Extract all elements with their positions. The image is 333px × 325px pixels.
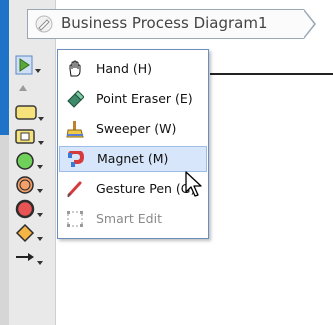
mouse-pointer-icon — [184, 170, 206, 200]
lane-icon[interactable] — [15, 103, 47, 123]
menu-item-sweeper[interactable]: Sweeper (W) — [59, 116, 207, 142]
menu-item-hand[interactable]: Hand (H) — [59, 56, 207, 82]
magnet-icon — [67, 150, 85, 169]
menu-item-label: Sweeper (W) — [96, 121, 177, 136]
intermediate-event-icon[interactable] — [15, 175, 47, 195]
menu-item-smart-edit[interactable]: Smart Edit — [59, 206, 207, 232]
breadcrumb-arrow — [303, 9, 316, 39]
breadcrumb-label: Business Process Diagram1 — [61, 14, 268, 32]
point-eraser-icon — [66, 90, 85, 108]
menu-item-point-eraser[interactable]: Point Eraser (E) — [59, 86, 207, 112]
active-accent-bar — [0, 0, 9, 135]
menu-item-magnet[interactable]: Magnet (M) — [59, 146, 207, 172]
sweeper-icon — [66, 120, 84, 138]
canvas-divider — [210, 73, 333, 75]
task-icon[interactable] — [15, 127, 47, 147]
start-event-icon[interactable] — [15, 151, 47, 171]
menu-item-label: Hand (H) — [96, 61, 153, 76]
selector-icon[interactable] — [15, 55, 47, 75]
breadcrumb[interactable]: Business Process Diagram1 — [27, 9, 316, 39]
smart-edit-icon — [66, 210, 84, 228]
menu-item-label: Magnet (M) — [97, 151, 169, 166]
sequence-flow-icon[interactable] — [15, 247, 47, 267]
gesture-pen-icon — [66, 180, 84, 198]
tool-popup-menu: Hand (H) Point Eraser (E) Sweeper (W) Ma… — [57, 49, 209, 239]
gateway-icon[interactable] — [15, 223, 47, 243]
diagram-pencil-icon — [35, 15, 53, 33]
menu-item-label: Point Eraser (E) — [96, 91, 193, 106]
menu-item-label: Smart Edit — [96, 211, 162, 226]
left-edge-strip — [0, 0, 9, 325]
collapse-arrow-icon[interactable] — [15, 79, 47, 99]
hand-icon — [66, 60, 84, 78]
end-event-icon[interactable] — [15, 199, 47, 219]
menu-item-label: Gesture Pen (G) — [96, 181, 196, 196]
